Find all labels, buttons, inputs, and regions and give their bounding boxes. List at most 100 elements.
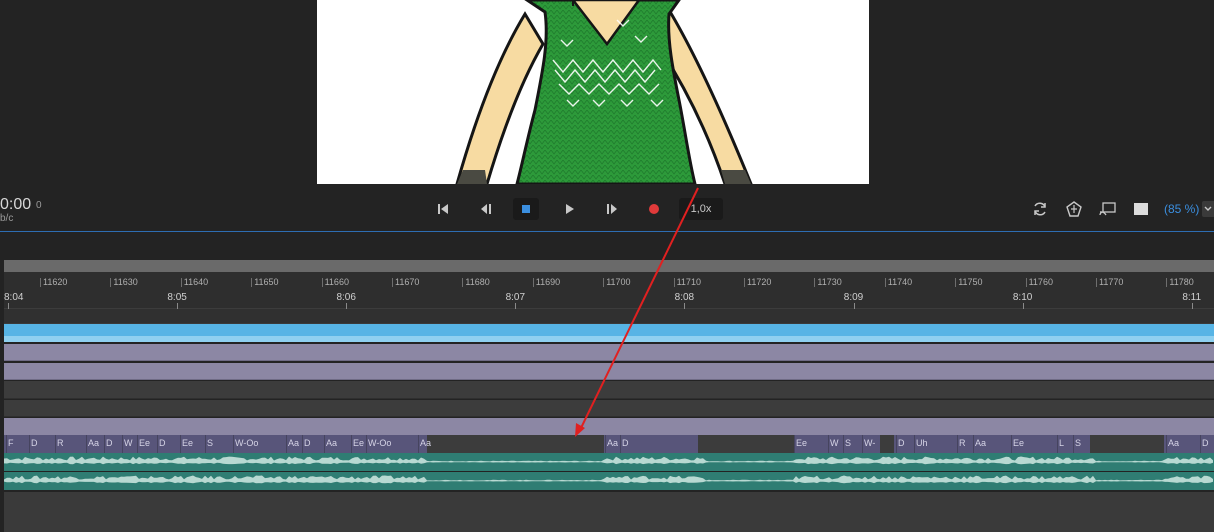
time-label: 8:07 <box>505 292 526 303</box>
frame-tick <box>1096 278 1097 287</box>
viseme-label[interactable]: L <box>1059 438 1064 448</box>
viseme-label[interactable]: Aa <box>288 438 299 448</box>
record-button[interactable] <box>641 198 667 220</box>
scene-preview[interactable] <box>317 0 869 184</box>
viseme-label[interactable]: Ee <box>1013 438 1024 448</box>
track-empty-3 <box>4 400 1214 417</box>
viseme-label[interactable]: D <box>898 438 905 448</box>
track-empty-2 <box>4 381 1214 399</box>
play-icon <box>566 204 574 214</box>
time-label: 8:04 <box>4 292 24 303</box>
viseme-label[interactable]: Ee <box>139 438 150 448</box>
viseme-label[interactable]: Ee <box>353 438 364 448</box>
stop-button[interactable] <box>513 198 539 220</box>
timecode-frame: 0 <box>36 200 42 211</box>
step-back-icon <box>481 204 491 214</box>
viseme-label[interactable]: D <box>106 438 113 448</box>
track-audio-2[interactable] <box>4 472 1214 490</box>
viseme-label[interactable]: D <box>31 438 38 448</box>
viseme-divider <box>605 435 606 453</box>
viseme-label[interactable]: D <box>304 438 311 448</box>
time-ruler[interactable]: 11620 11630 11640 11650 11660 11670 11680 11690… <box>4 272 1214 309</box>
background-swatch-icon <box>1134 203 1148 215</box>
puppet-button[interactable] <box>1064 200 1084 218</box>
track-take-1[interactable] <box>4 344 1214 361</box>
viseme-label[interactable]: W <box>830 438 839 448</box>
viseme-label[interactable]: Ee <box>796 438 807 448</box>
frame-tick <box>40 278 41 287</box>
viseme-label[interactable]: Ee <box>182 438 193 448</box>
viseme-label[interactable]: Aa <box>1168 438 1179 448</box>
viseme-divider <box>6 435 7 453</box>
frame-tick <box>744 278 745 287</box>
viseme-label[interactable]: D <box>622 438 629 448</box>
track-take-3[interactable] <box>4 418 1214 435</box>
frame-label: 11620 <box>43 277 68 287</box>
track-audio-1[interactable] <box>4 453 1214 471</box>
playback-speed[interactable]: 1,0x <box>679 198 723 220</box>
stop-icon <box>522 205 530 213</box>
frame-label: 11700 <box>606 277 631 287</box>
viseme-divider <box>1073 435 1074 453</box>
cast-icon <box>1099 202 1116 216</box>
cast-button[interactable] <box>1098 200 1118 218</box>
viseme-divider <box>620 435 621 453</box>
frame-tick <box>532 278 534 287</box>
viseme-divider <box>233 435 234 453</box>
viseme-label[interactable]: F <box>8 438 14 448</box>
transport-bar: 0:00 0 b/c 1,0x (85 %) <box>0 188 1214 232</box>
timecode-display: 0:00 <box>0 196 32 213</box>
viseme-label[interactable]: W <box>124 438 133 448</box>
background-swatch-button[interactable] <box>1131 200 1151 218</box>
frame-label: 11730 <box>817 277 842 287</box>
step-forward-button[interactable] <box>599 198 625 220</box>
step-back-button[interactable] <box>473 198 499 220</box>
viseme-label[interactable]: Aa <box>420 438 431 448</box>
viseme-label[interactable]: Aa <box>607 438 618 448</box>
frame-tick <box>1166 278 1168 287</box>
audio-waveform <box>4 475 1213 484</box>
frame-label: 11660 <box>324 277 349 287</box>
timecode-unit: b/c <box>0 213 14 224</box>
frame-label: 11760 <box>1028 277 1053 287</box>
time-label: 8:06 <box>336 292 356 303</box>
viseme-label[interactable]: Aa <box>975 438 986 448</box>
track-take-2[interactable] <box>4 363 1214 380</box>
viseme-label[interactable]: D <box>1202 438 1209 448</box>
frame-tick <box>462 278 464 287</box>
go-to-start-button[interactable] <box>430 198 456 220</box>
zoom-level[interactable]: (85 %) <box>1164 202 1199 216</box>
viseme-label[interactable]: Uh <box>916 438 928 448</box>
app-window: 0:00 0 b/c 1,0x (85 %) 11620 11630 11640… <box>0 0 1214 532</box>
viseme-label[interactable]: S <box>845 438 851 448</box>
viseme-label[interactable]: W-Oo <box>368 438 391 448</box>
viseme-label[interactable]: W- <box>864 438 875 448</box>
frame-tick <box>251 278 253 287</box>
viseme-label[interactable]: D <box>159 438 166 448</box>
frame-tick <box>603 278 605 287</box>
frame-tick <box>884 278 886 287</box>
timeline-scrollbar[interactable] <box>4 260 1214 272</box>
viseme-label[interactable]: W-Oo <box>235 438 258 448</box>
viseme-divider <box>862 435 863 453</box>
frame-label: 11710 <box>676 277 701 287</box>
frame-label: 11720 <box>747 277 772 287</box>
refresh-button[interactable] <box>1030 200 1050 218</box>
track-empty-bottom <box>4 492 1214 532</box>
viseme-label[interactable]: Aa <box>326 438 337 448</box>
viseme-clip[interactable] <box>604 435 698 453</box>
viseme-label[interactable]: S <box>1075 438 1081 448</box>
frame-tick <box>321 278 323 287</box>
time-label: 8:08 <box>674 292 695 303</box>
viseme-label[interactable]: Aa <box>88 438 99 448</box>
time-label: 8:09 <box>843 292 864 303</box>
viseme-label[interactable]: R <box>959 438 966 448</box>
play-button[interactable] <box>556 198 582 220</box>
refresh-icon <box>1034 202 1046 216</box>
zoom-dropdown[interactable] <box>1202 201 1214 217</box>
audio-waveform <box>4 456 1213 465</box>
track-visemes[interactable]: F D R Aa D W Ee D Ee S W-Oo Aa D Aa Ee W-Oo Aa Aa D Ee W S W- D… <box>4 435 1214 453</box>
viseme-label[interactable]: R <box>57 438 64 448</box>
viseme-label[interactable]: S <box>207 438 213 448</box>
frame-label: 11670 <box>395 277 420 287</box>
